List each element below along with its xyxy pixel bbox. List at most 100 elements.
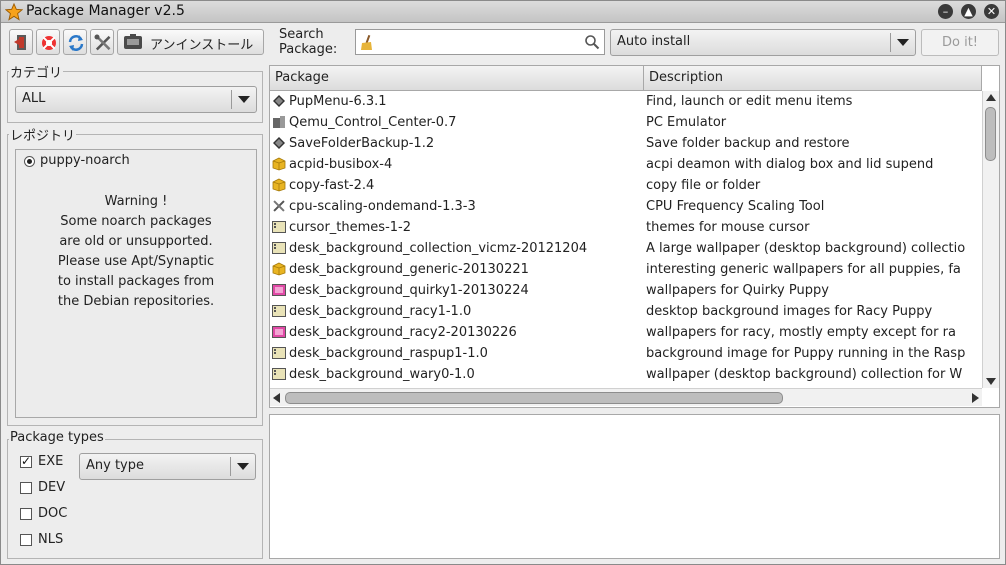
tools-icon — [272, 199, 286, 213]
package-description: desktop background images for Racy Puppy — [646, 304, 933, 319]
desktop-icon — [272, 304, 286, 318]
package-description: Find, launch or edit menu items — [646, 94, 853, 109]
package-name: desk_background_racy1-1.0 — [289, 304, 472, 319]
window-title: Package Manager v2.5 — [26, 3, 185, 19]
repository-label: レポジトリ — [9, 125, 77, 144]
table-row[interactable]: SaveFolderBackup-1.2 Save folder backup a… — [270, 133, 982, 154]
package-description: Save folder backup and restore — [646, 136, 850, 151]
package-icon — [272, 157, 286, 171]
search-icon[interactable] — [584, 34, 600, 50]
table-row[interactable]: desk_background_generic-20130221 interest… — [270, 259, 982, 280]
maximize-icon[interactable]: ▲ — [961, 4, 976, 19]
package-name: desk_background_generic-20130221 — [289, 262, 529, 277]
nls-checkbox[interactable] — [20, 534, 32, 546]
package-name: acpid-busibox-4 — [289, 157, 393, 172]
settings-button[interactable] — [90, 29, 114, 55]
nls-label: NLS — [38, 532, 64, 547]
table-row[interactable]: copy-fast-2.4 copy file or folder — [270, 175, 982, 196]
exit-button[interactable] — [9, 29, 33, 55]
category-value: ALL — [22, 91, 46, 106]
package-icon — [272, 178, 286, 192]
table-row[interactable]: desk_background_raspup1-1.0 background im… — [270, 343, 982, 364]
table-row[interactable]: cursor_themes-1-2 themes for mouse cursor — [270, 217, 982, 238]
package-name: desk_background_quirky1-20130224 — [289, 283, 529, 298]
exe-checkbox[interactable] — [20, 454, 32, 468]
app-window: Package Manager v2.5 – ▲ ✕ アンインストール Sear… — [0, 0, 1006, 565]
help-button[interactable] — [36, 29, 60, 55]
scroll-up-icon[interactable] — [986, 94, 996, 101]
desktop-icon — [272, 220, 286, 234]
install-mode-select[interactable]: Auto install — [610, 29, 916, 56]
column-header-package[interactable]: Package — [270, 66, 644, 91]
type-select[interactable]: Any type — [79, 453, 256, 480]
dev-label: DEV — [38, 480, 66, 495]
package-name: cpu-scaling-ondemand-1.3-3 — [289, 199, 476, 214]
category-select[interactable]: ALL — [15, 86, 257, 113]
broom-icon[interactable] — [360, 35, 374, 51]
table-row[interactable]: PupMenu-6.3.1 Find, launch or edit menu i… — [270, 91, 982, 112]
package-description: A large wallpaper (desktop background) c… — [646, 241, 966, 256]
horizontal-scroll-thumb[interactable] — [285, 392, 783, 404]
scroll-right-icon[interactable] — [972, 393, 979, 403]
exe-label: EXE — [38, 454, 64, 469]
image-icon — [272, 325, 286, 339]
package-description: CPU Frequency Scaling Tool — [646, 199, 825, 214]
dev-checkbox[interactable] — [20, 482, 32, 494]
chevron-down-icon — [237, 463, 249, 470]
exit-door-icon — [14, 35, 26, 50]
table-row[interactable]: desk_background_racy2-20130226 wallpapers… — [270, 322, 982, 343]
package-name: SaveFolderBackup-1.2 — [289, 136, 435, 151]
star-icon — [5, 3, 23, 21]
desktop-icon — [272, 241, 286, 255]
package-name: desk_background_wary0-1.0 — [289, 367, 475, 382]
table-row[interactable]: desk_background_collection_vicmz-2012120… — [270, 238, 982, 259]
install-mode-value: Auto install — [617, 34, 691, 49]
package-description: copy file or folder — [646, 178, 761, 193]
column-header-description[interactable]: Description — [644, 66, 982, 91]
package-description: background image for Puppy running in th… — [646, 346, 966, 361]
repo-radio[interactable] — [24, 156, 35, 167]
type-select-value: Any type — [86, 458, 144, 473]
scroll-down-icon[interactable] — [986, 378, 996, 385]
uninstall-button[interactable]: アンインストール — [117, 29, 264, 55]
minimize-icon[interactable]: – — [938, 4, 953, 19]
table-row[interactable]: cpu-scaling-ondemand-1.3-3 CPU Frequency … — [270, 196, 982, 217]
table-row[interactable]: acpid-busibox-4 acpi deamon with dialog b… — [270, 154, 982, 175]
vertical-scroll-thumb[interactable] — [985, 107, 996, 161]
category-label: カテゴリ — [9, 62, 64, 81]
table-row[interactable]: desk_background_wary0-1.0 wallpaper (desk… — [270, 364, 982, 385]
package-name: Qemu_Control_Center-0.7 — [289, 115, 457, 130]
refresh-button[interactable] — [63, 29, 87, 55]
package-description: PC Emulator — [646, 115, 727, 130]
table-row[interactable]: desk_background_racy1-1.0 desktop backgro… — [270, 301, 982, 322]
do-it-button[interactable]: Do it! — [921, 29, 999, 56]
scroll-left-icon[interactable] — [273, 393, 280, 403]
lifebuoy-icon — [42, 36, 56, 50]
package-name: copy-fast-2.4 — [289, 178, 375, 193]
doc-label: DOC — [38, 506, 68, 521]
computer-icon — [272, 115, 286, 129]
package-description: interesting generic wallpapers for all p… — [646, 262, 961, 277]
title-bar: Package Manager v2.5 – ▲ ✕ — [1, 1, 1005, 23]
doc-checkbox[interactable] — [20, 508, 32, 520]
package-icon — [272, 262, 286, 276]
package-list[interactable]: Package Description PupMenu-6.3.1 Find, l… — [269, 65, 1000, 408]
image-icon — [272, 283, 286, 297]
chevron-down-icon — [897, 39, 909, 46]
table-row[interactable]: desk_background_quirky1-20130224 wallpape… — [270, 280, 982, 301]
package-description: acpi deamon with dialog box and lid supe… — [646, 157, 934, 172]
desktop-icon — [272, 346, 286, 360]
table-row[interactable]: Qemu_Control_Center-0.7 PC Emulator — [270, 112, 982, 133]
package-name: desk_background_racy2-20130226 — [289, 325, 517, 340]
package-description: wallpaper (desktop background) collectio… — [646, 367, 963, 382]
search-input[interactable] — [355, 29, 605, 55]
uninstall-icon — [124, 34, 142, 49]
close-icon[interactable]: ✕ — [984, 4, 999, 19]
horizontal-scrollbar[interactable] — [270, 388, 982, 406]
vertical-scrollbar[interactable] — [982, 91, 999, 388]
package-types-label: Package types — [9, 430, 105, 445]
uninstall-label: アンインストール — [150, 38, 254, 53]
repository-list: puppy-noarch Warning ! Some noarch packa… — [15, 149, 257, 418]
chevron-down-icon — [238, 96, 250, 103]
repo-name[interactable]: puppy-noarch — [40, 153, 130, 168]
